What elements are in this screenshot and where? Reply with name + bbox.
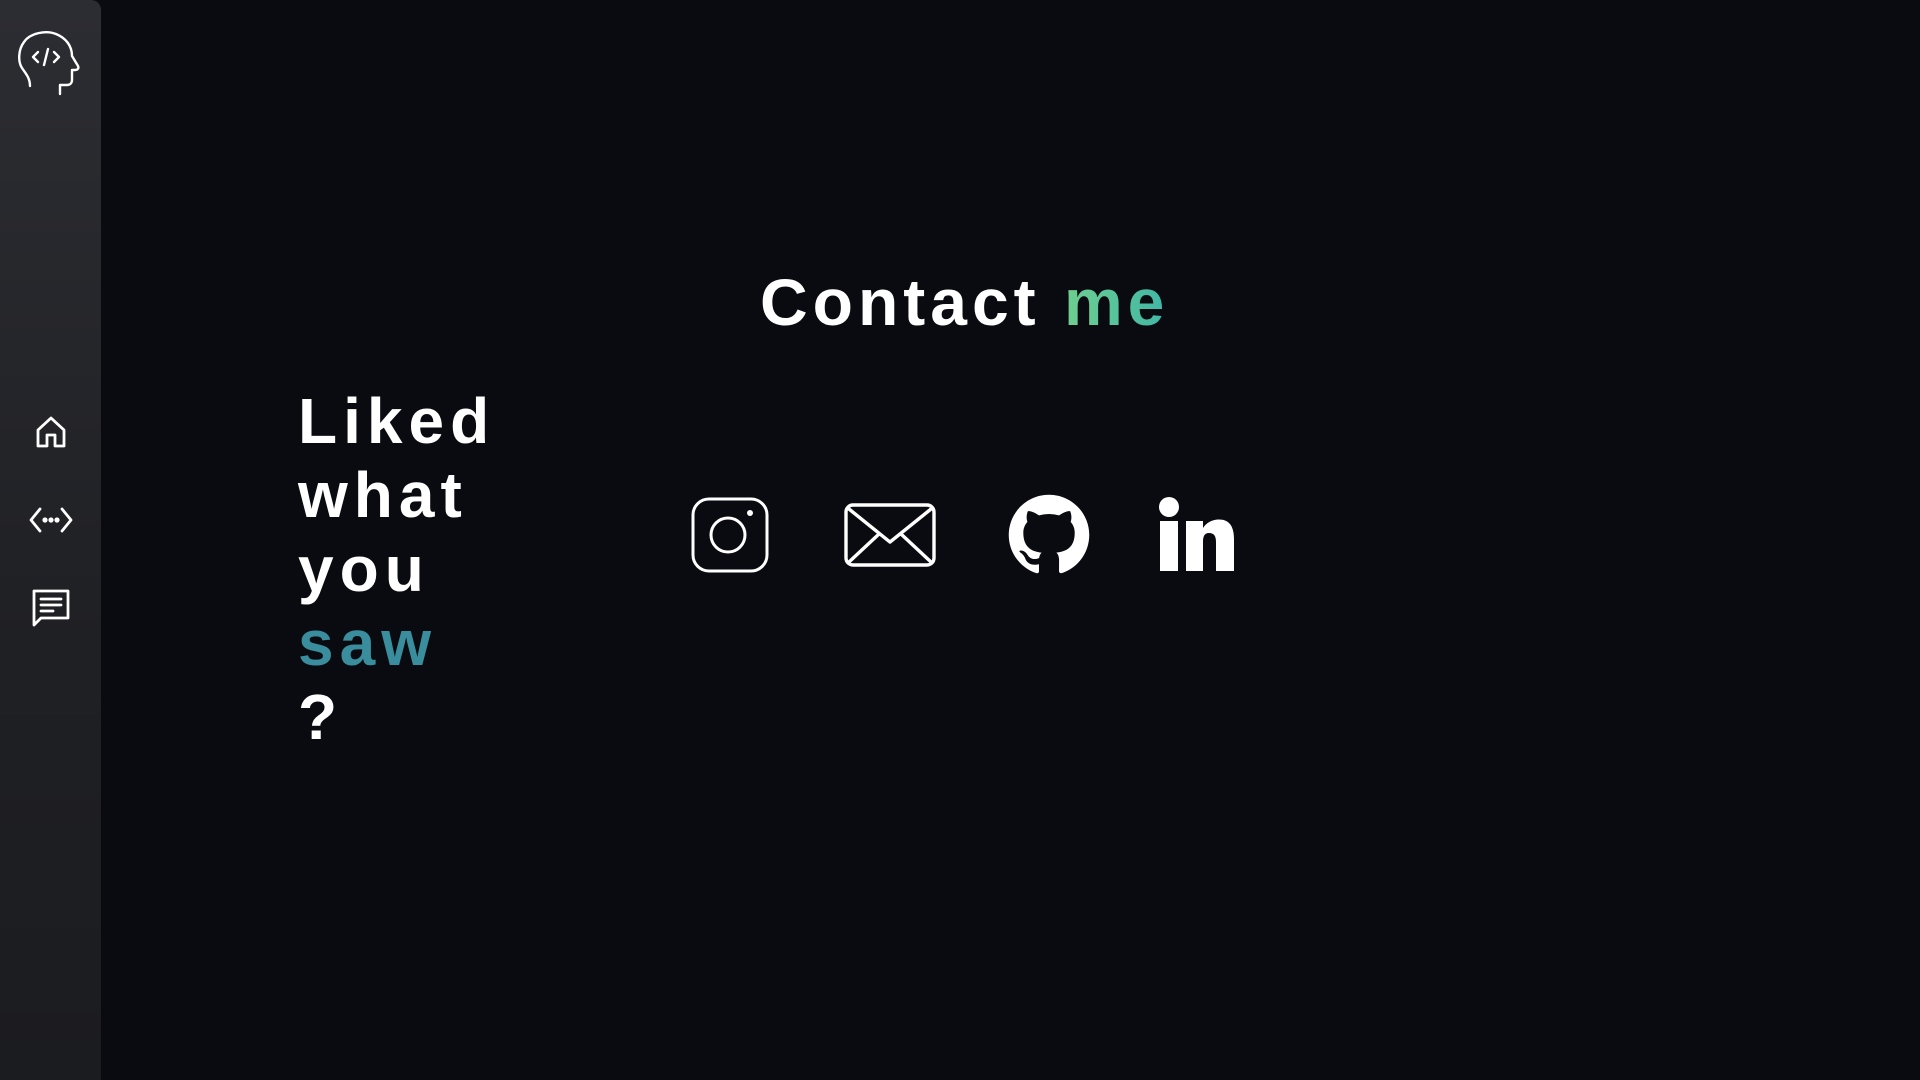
tagline-line-2: what <box>298 459 468 531</box>
sidebar-item-contact[interactable] <box>0 578 101 638</box>
title-prefix: Contact <box>760 265 1064 339</box>
github-link[interactable] <box>1006 490 1092 584</box>
tagline-accent: saw <box>298 607 437 679</box>
github-icon <box>1007 493 1091 582</box>
sidebar-item-home[interactable] <box>0 402 101 462</box>
title-accent: me <box>1064 265 1170 339</box>
sidebar <box>0 0 101 1080</box>
code-arrows-icon <box>29 505 73 535</box>
tagline-line-1: Liked <box>298 385 496 457</box>
tagline-suffix: ? <box>298 681 344 753</box>
instagram-icon <box>690 497 770 578</box>
home-icon <box>33 414 69 450</box>
linkedin-icon <box>1158 496 1234 578</box>
page-title: Contact me <box>760 262 1169 342</box>
mail-icon <box>843 502 937 573</box>
sidebar-item-projects[interactable] <box>0 490 101 550</box>
logo-head-code-icon[interactable] <box>16 28 80 96</box>
instagram-link[interactable] <box>688 490 772 584</box>
linkedin-link[interactable] <box>1156 490 1236 584</box>
tagline: Liked what you saw? <box>298 384 495 754</box>
email-link[interactable] <box>842 490 938 584</box>
tagline-line-4: saw? <box>298 606 495 754</box>
message-icon <box>31 588 71 628</box>
tagline-line-3: you <box>298 533 430 605</box>
